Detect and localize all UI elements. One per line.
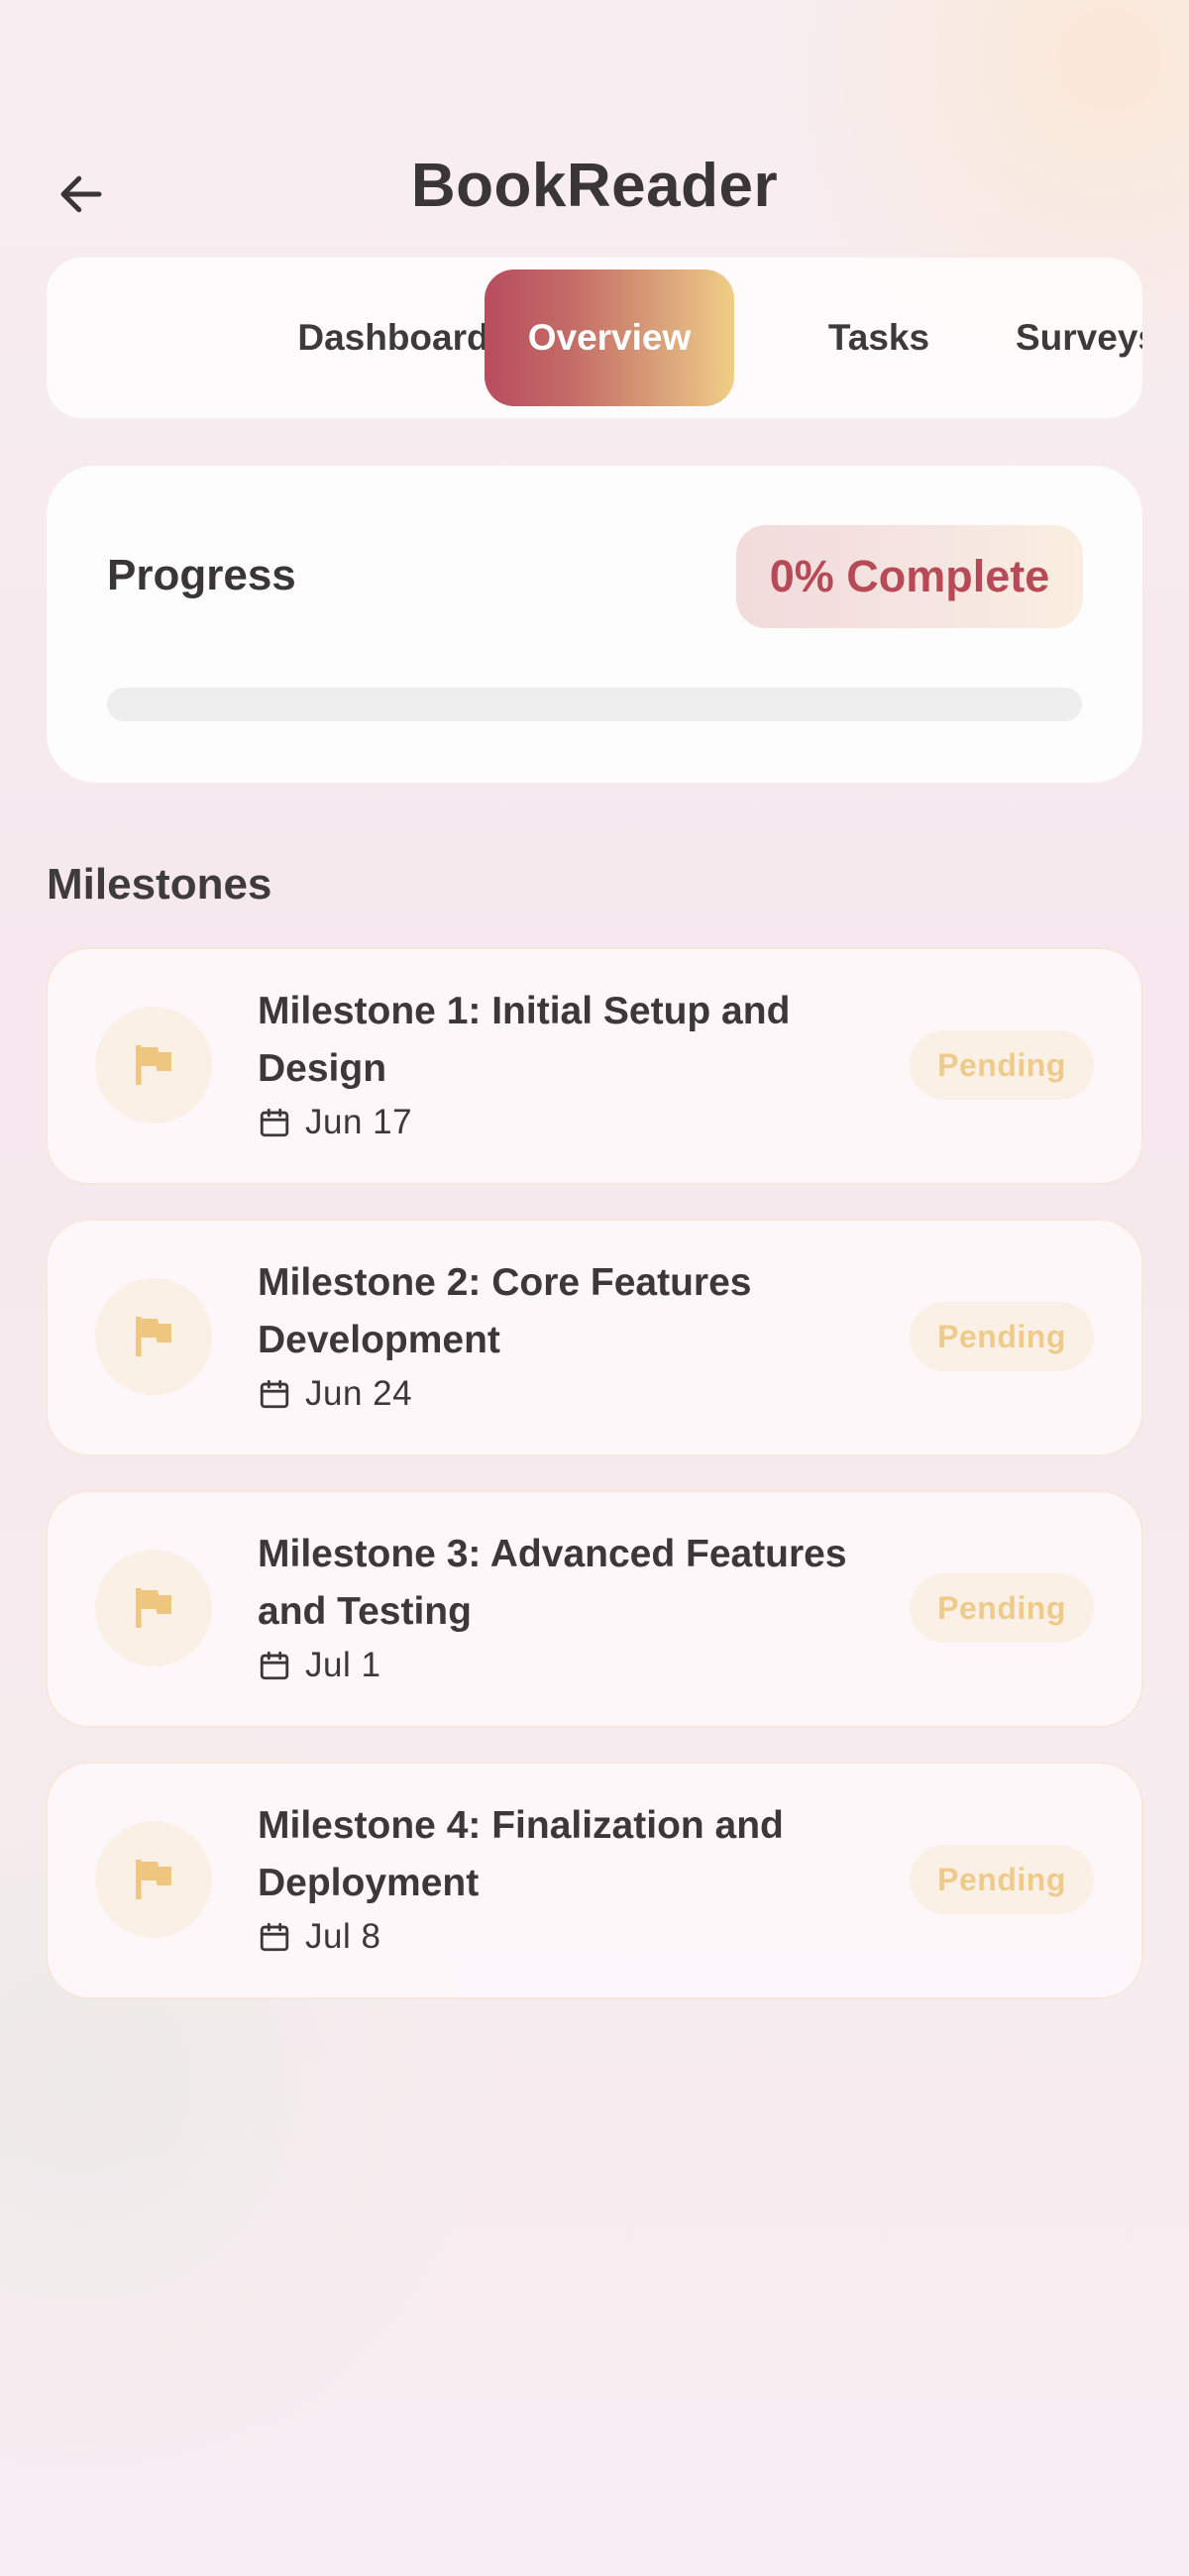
milestone-date: Jul 1 <box>305 1646 381 1684</box>
milestone-date: Jun 17 <box>305 1103 413 1141</box>
progress-bar <box>107 688 1082 721</box>
milestone-icon-circle <box>95 1278 212 1395</box>
milestone-title: Milestone 1: Initial Setup and Design <box>258 990 791 1090</box>
milestone-icon-circle <box>95 1550 212 1666</box>
milestone-card[interactable]: Milestone 4: Finalization and Deployment… <box>48 1764 1141 1997</box>
tab-surveys[interactable]: Surveys <box>938 269 1142 406</box>
flag-icon <box>136 1045 171 1085</box>
status-badge: Pending <box>910 1030 1094 1100</box>
milestone-title: Milestone 4: Finalization and Deployment <box>258 1804 784 1904</box>
milestone-icon-circle <box>95 1007 212 1124</box>
flag-icon <box>136 1860 171 1899</box>
flag-icon <box>136 1588 171 1628</box>
milestone-title: Milestone 2: Core Features Development <box>258 1261 752 1361</box>
milestone-card[interactable]: Milestone 2: Core Features Development J… <box>48 1221 1141 1454</box>
flag-icon <box>136 1317 171 1356</box>
milestone-date-row: Jul 8 <box>258 1912 380 1962</box>
status-badge: Pending <box>910 1845 1094 1914</box>
status-badge: Pending <box>910 1573 1094 1643</box>
status-badge: Pending <box>910 1302 1094 1371</box>
calendar-icon <box>258 1377 291 1411</box>
milestone-date: Jul 8 <box>305 1917 381 1956</box>
milestone-date-row: Jun 17 <box>258 1098 412 1147</box>
milestone-card[interactable]: Milestone 1: Initial Setup and Design Ju… <box>48 949 1141 1183</box>
milestone-date-row: Jul 1 <box>258 1641 380 1690</box>
milestone-card[interactable]: Milestone 3: Advanced Features and Testi… <box>48 1492 1141 1726</box>
milestone-date-row: Jun 24 <box>258 1369 412 1419</box>
milestone-icon-circle <box>95 1821 212 1938</box>
tab-overview[interactable]: Overview <box>485 269 734 406</box>
calendar-icon <box>258 1649 291 1682</box>
page-title: BookReader <box>410 152 779 220</box>
milestone-title: Milestone 3: Advanced Features and Testi… <box>258 1533 847 1633</box>
progress-title: Progress <box>107 551 296 599</box>
milestones-heading: Milestones <box>47 860 272 909</box>
app-header: BookReader <box>0 139 1189 238</box>
progress-percent-badge: 0% Complete <box>736 525 1083 628</box>
calendar-icon <box>258 1920 291 1954</box>
calendar-icon <box>258 1106 291 1139</box>
progress-card: Progress 0% Complete <box>47 466 1142 783</box>
tab-bar: Dashboard Overview Tasks Surveys <box>47 258 1142 418</box>
milestone-date: Jun 24 <box>305 1374 413 1413</box>
